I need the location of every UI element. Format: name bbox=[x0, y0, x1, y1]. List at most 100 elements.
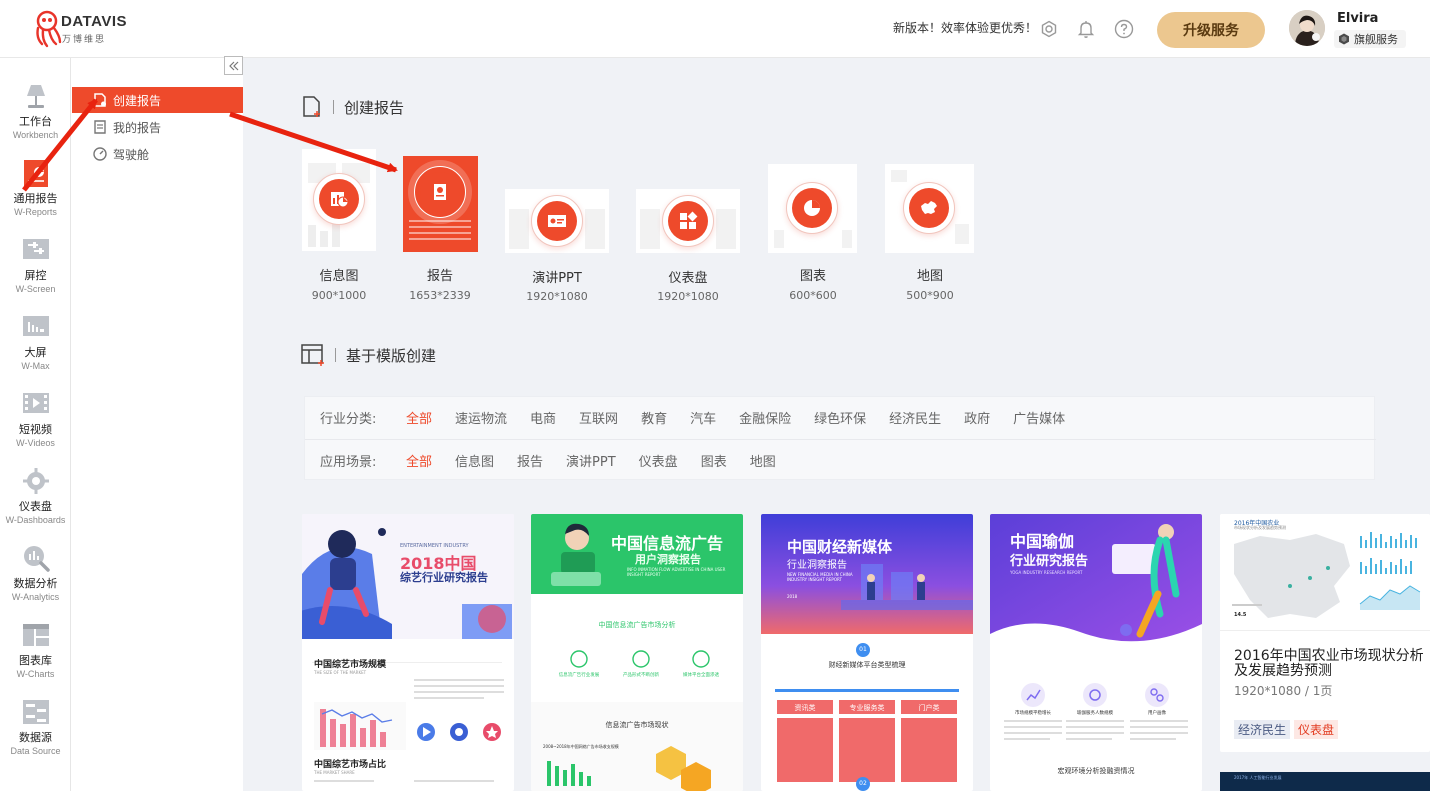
filter-option[interactable]: 经济民生 bbox=[889, 408, 941, 427]
nav-sub: W-Reports bbox=[14, 207, 57, 217]
workbench-lamp-icon bbox=[26, 85, 45, 108]
settings-gear-icon[interactable] bbox=[1039, 19, 1059, 39]
main-content: 创建报告 信息图 900*1000 报告 1653*2339 演讲PPT 192… bbox=[243, 58, 1430, 791]
chart-badge bbox=[786, 182, 838, 234]
tpl-head-en: ENTERTAINMENT INDUSTRY bbox=[400, 543, 469, 549]
nav-sub: W-Charts bbox=[16, 669, 55, 679]
template-card-finance-media[interactable]: 中国财经新媒体 行业洞察报告 NEW FINANCIAL MEDIA IN CH… bbox=[761, 514, 973, 791]
title-divider bbox=[335, 348, 336, 362]
section-title-text: 基于模版创建 bbox=[346, 346, 437, 365]
nav-item-workbench[interactable]: 工作台 Workbench bbox=[0, 82, 71, 158]
nav-item-analytics[interactable]: 数据分析 W-Analytics bbox=[0, 544, 71, 620]
nav-label: 图表库 bbox=[19, 654, 52, 667]
new-version-notice[interactable]: 新版本！效率体验更优秀！ bbox=[893, 19, 1037, 36]
tpl-en: NEW FINANCIAL MEDIA IN CHINA INDUSTRY IN… bbox=[787, 572, 853, 582]
tpl-subtitle: 用户洞察报告 bbox=[635, 553, 701, 566]
tag-dashboard[interactable]: 仪表盘 bbox=[1294, 720, 1339, 739]
screen-control-icon bbox=[22, 239, 49, 259]
tpl-subtitle: 行业洞察报告 bbox=[787, 560, 847, 571]
dashboard-tiles-icon bbox=[680, 211, 698, 229]
tag-economy[interactable]: 经济民生 bbox=[1234, 720, 1291, 739]
avatar-portrait-icon bbox=[1289, 10, 1325, 46]
filter-option[interactable]: 教育 bbox=[641, 408, 667, 427]
user-avatar[interactable] bbox=[1289, 10, 1325, 46]
filter-option[interactable]: 汽车 bbox=[690, 408, 716, 427]
create-type-size: 500*900 bbox=[906, 289, 954, 302]
tpl-year: 2018 bbox=[787, 594, 798, 599]
create-type-name: 仪表盘 bbox=[668, 271, 708, 286]
filter-option[interactable]: 信息图 bbox=[455, 451, 494, 470]
filter-option[interactable]: 图表 bbox=[701, 451, 727, 470]
create-type-name: 演讲PPT bbox=[532, 271, 582, 286]
report-badge bbox=[414, 166, 466, 218]
tpl-mini-number: 14.5 bbox=[1234, 612, 1247, 618]
new-doc-icon bbox=[303, 96, 320, 117]
template-card-variety-show[interactable]: ENTERTAINMENT INDUSTRY 2018中国 综艺行业研究报告 中… bbox=[302, 514, 514, 791]
filter-option[interactable]: 速运物流 bbox=[455, 408, 507, 427]
section-title-text: 创建报告 bbox=[344, 98, 405, 117]
scene-filter-row: 应用场景: 全部 信息图 报告 演讲PPT 仪表盘 图表 地图 bbox=[320, 450, 799, 470]
help-question-icon[interactable] bbox=[1114, 19, 1134, 39]
dashboard-badge bbox=[662, 195, 714, 247]
dashboard-gear-icon bbox=[22, 468, 49, 494]
nav-item-screen[interactable]: 屏控 W-Screen bbox=[0, 236, 71, 312]
filter-option-all[interactable]: 全部 bbox=[406, 408, 432, 427]
ppt-badge bbox=[531, 195, 583, 247]
brand-sub: 万博维思 bbox=[62, 35, 107, 45]
nav-item-charts[interactable]: 图表库 W-Charts bbox=[0, 621, 71, 697]
filter-option[interactable]: 互联网 bbox=[579, 408, 618, 427]
reports-doc-icon bbox=[23, 160, 48, 187]
upgrade-service-button[interactable]: 升级服务 bbox=[1157, 12, 1265, 48]
filter-option[interactable]: 政府 bbox=[964, 408, 990, 427]
filter-label: 行业分类: bbox=[320, 411, 377, 427]
nav-label: 短视频 bbox=[19, 423, 52, 436]
filter-option[interactable]: 绿色环保 bbox=[814, 408, 866, 427]
filter-option[interactable]: 地图 bbox=[750, 451, 776, 470]
tpl-section-1: 财经新媒体平台类型梳理 bbox=[828, 661, 906, 669]
notification-bell-icon[interactable] bbox=[1076, 19, 1096, 39]
filter-option[interactable]: 仪表盘 bbox=[639, 451, 678, 470]
subnav-item-cockpit[interactable]: 驾驶舱 bbox=[72, 141, 243, 167]
nav-item-datasource[interactable]: 数据源 Data Source bbox=[0, 698, 71, 774]
analytics-magnifier-icon bbox=[23, 546, 50, 572]
tpl-card-title: 2016年中国农业市场现状分析及发展趋势预测 bbox=[1234, 648, 1424, 679]
tpl-section-1: 中国信息流广告市场分析 bbox=[598, 621, 676, 629]
tpl-card-tags: 经济民生 仪表盘 bbox=[1234, 720, 1342, 739]
nav-sub: Data Source bbox=[10, 746, 61, 756]
nav-item-dashboards[interactable]: 仪表盘 W-Dashboards bbox=[0, 467, 71, 543]
subnav-item-create-report[interactable]: 创建报告 bbox=[72, 87, 243, 113]
tpl-item: 瑜伽服务人数规模 bbox=[1077, 711, 1113, 716]
filter-option[interactable]: 电商 bbox=[530, 408, 556, 427]
nav-sub: W-Videos bbox=[16, 438, 55, 448]
template-card-ai-industry-partial[interactable]: 2017年 人工智能行业发展 bbox=[1220, 772, 1430, 791]
filter-option[interactable]: 报告 bbox=[517, 451, 543, 470]
double-chevron-left-icon bbox=[228, 61, 238, 70]
subnav-item-my-reports[interactable]: 我的报告 bbox=[72, 114, 243, 140]
template-card-agriculture[interactable]: 2016年中国农业 市场现状分析及发展趋势预测 14.5 2016年中国农业市场… bbox=[1220, 514, 1430, 752]
nav-sub: Workbench bbox=[12, 130, 59, 140]
chart-thumb bbox=[768, 164, 857, 253]
left-nav: 工作台 Workbench 通用报告 W-Reports 屏控 W-Screen bbox=[0, 58, 71, 791]
create-type-size: 1920*1080 bbox=[657, 290, 719, 303]
filter-option[interactable]: 金融保险 bbox=[739, 408, 791, 427]
nav-sub: W-Analytics bbox=[11, 592, 60, 602]
tpl-next-en: 2017年 人工智能行业发展 bbox=[1234, 775, 1282, 780]
filter-option[interactable]: 演讲PPT bbox=[566, 451, 616, 470]
template-card-info-flow-ad[interactable]: 中国信息流广告 用户洞察报告 INFO INMATION FLOW ADVERT… bbox=[531, 514, 743, 791]
create-type-name: 报告 bbox=[426, 269, 453, 284]
template-filter-panel: 行业分类: 全部 速运物流 电商 互联网 教育 汽车 金融保险 绿色环保 经济民… bbox=[304, 396, 1376, 480]
tpl-item: 用户画像 bbox=[1148, 711, 1166, 716]
collapse-sidebar-button[interactable] bbox=[224, 56, 243, 75]
template-card-yoga[interactable]: 中国瑜伽 行业研究报告 YOGA INDUSTRY RESEARCH REPOR… bbox=[990, 514, 1202, 791]
nav-item-max[interactable]: 大屏 W-Max bbox=[0, 313, 71, 389]
user-name[interactable]: Elvira bbox=[1337, 11, 1378, 26]
nav-item-videos[interactable]: 短视频 W-Videos bbox=[0, 390, 71, 466]
filter-option-all[interactable]: 全部 bbox=[406, 451, 432, 470]
tpl-col: 资讯类 bbox=[794, 704, 816, 712]
nav-item-reports[interactable]: 通用报告 W-Reports bbox=[0, 159, 71, 235]
tpl-col: 门户类 bbox=[918, 704, 940, 712]
tpl-en: INFO INMATION FLOW ADVERTISE IN CHINA US… bbox=[627, 567, 726, 577]
infographic-chart-icon bbox=[331, 192, 349, 208]
filter-label: 应用场景: bbox=[320, 454, 377, 470]
filter-option[interactable]: 广告媒体 bbox=[1013, 408, 1065, 427]
